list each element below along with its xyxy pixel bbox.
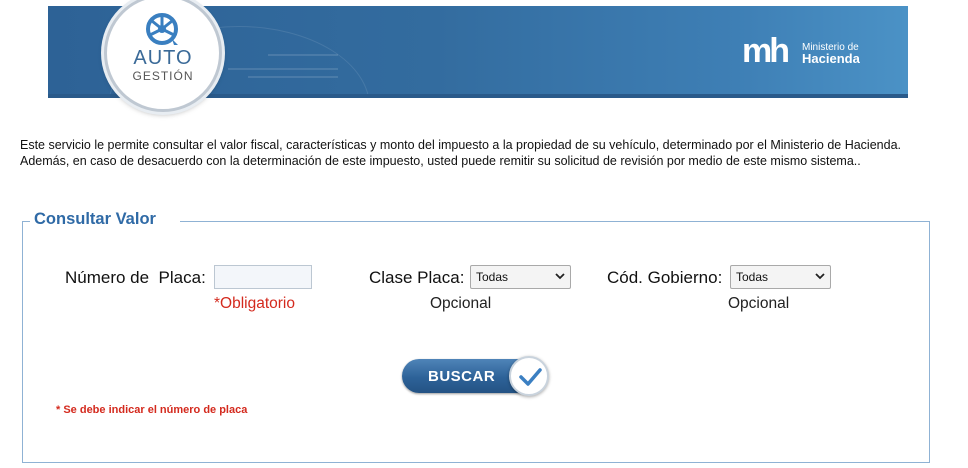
validation-message: * Se debe indicar el número de placa (56, 404, 248, 416)
consultar-valor-fieldset (22, 221, 930, 463)
ministerio-hacienda-logo[interactable]: mh Ministerio de Hacienda (742, 32, 862, 70)
search-button[interactable]: BUSCAR (402, 356, 550, 398)
search-button-label: BUSCAR (428, 368, 496, 385)
gov-code-label: Cód. Gobierno: (607, 268, 723, 287)
class-plate-optional-text: Opcional (430, 295, 492, 312)
search-button-check-circle (509, 356, 549, 396)
class-plate-select[interactable]: Todas (470, 265, 571, 289)
gov-code-optional-text: Opcional (728, 295, 790, 312)
chevron-down-icon (555, 273, 565, 280)
mh-logo-mark: mh (742, 32, 790, 70)
ministry-label-line2: Hacienda (802, 51, 860, 66)
intro-text: Este servicio le permite consultar el va… (20, 138, 901, 168)
chevron-down-icon (815, 273, 825, 280)
steering-wheel-icon (146, 13, 178, 45)
fieldset-legend: Consultar Valor (30, 210, 180, 229)
checkmark-icon (519, 368, 542, 386)
gov-code-select[interactable]: Todas (730, 265, 831, 289)
plate-number-input[interactable] (214, 265, 312, 289)
logo-gestion-text: GESTIÓN (132, 69, 194, 83)
class-plate-label: Clase Placa: (369, 268, 465, 287)
logo-auto-text: AUTO (133, 47, 193, 69)
gov-code-selected: Todas (736, 270, 769, 284)
class-plate-selected: Todas (476, 270, 509, 284)
plate-number-label: Número de Placa: (65, 268, 206, 287)
plate-required-text: *Obligatorio (214, 295, 295, 312)
